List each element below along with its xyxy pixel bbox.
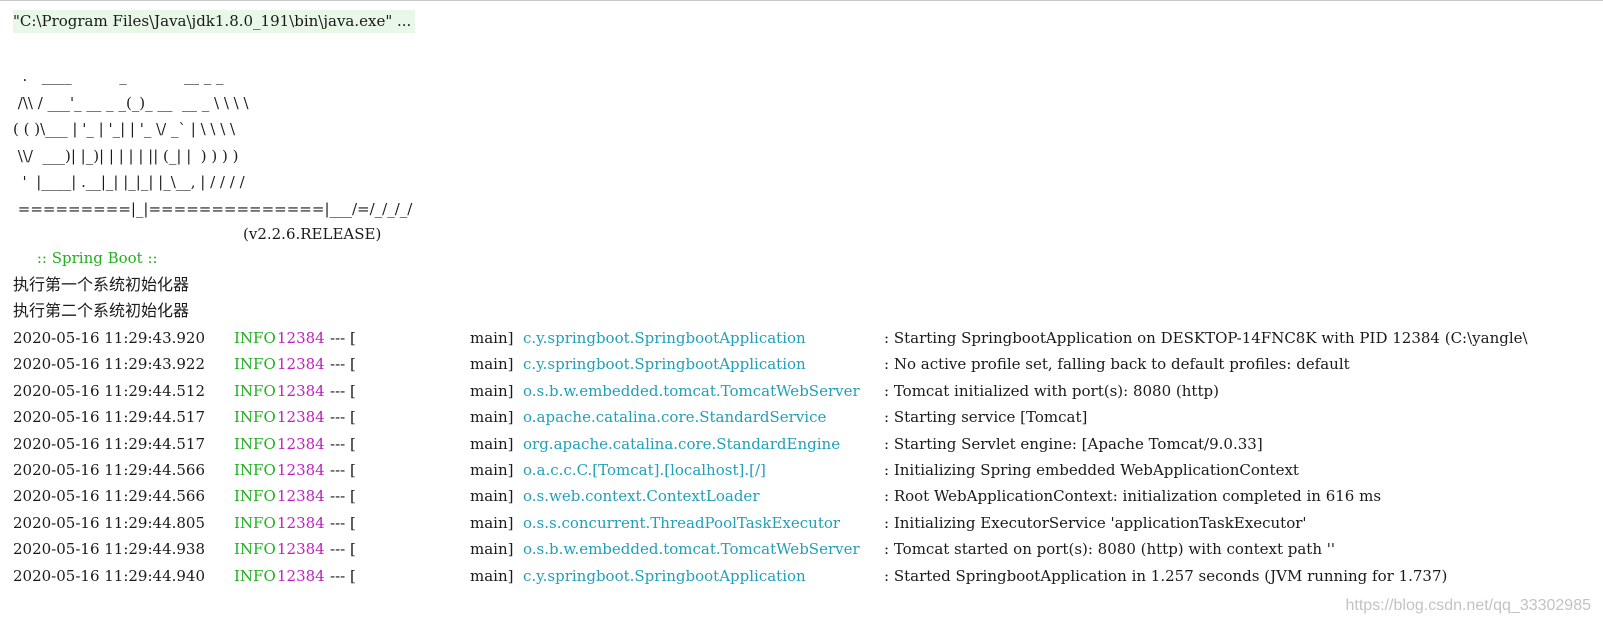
log-pid: 12384: [277, 434, 325, 453]
log-separator: --- [: [330, 408, 356, 427]
log-logger: o.s.s.concurrent.ThreadPoolTaskExecutor: [523, 513, 841, 532]
log-thread: main]: [470, 540, 514, 559]
log-level: INFO: [234, 540, 276, 559]
log-pid: 12384: [277, 540, 325, 559]
log-level: INFO: [234, 461, 276, 479]
log-row: 2020-05-16 11:29:44.940 INFO 12384 --- [ mai…: [13, 564, 1603, 588]
log-message: : Tomcat initialized with port(s): 8080 …: [884, 381, 1219, 400]
log-level: INFO: [234, 355, 276, 374]
log-row: 2020-05-16 11:29:44.566 INFO 12384 --- [ mai…: [13, 484, 1603, 508]
log-thread: main]: [470, 355, 514, 374]
log-level: INFO: [234, 487, 276, 506]
log-timestamp: 2020-05-16 11:29:44.938: [13, 540, 206, 559]
log-level: INFO: [234, 513, 276, 532]
log-row: 2020-05-16 11:29:44.517 INFO 12384 --- [ mai…: [13, 405, 1603, 429]
log-separator: --- [: [330, 487, 356, 506]
log-message: : Starting service [Tomcat]: [884, 408, 1088, 427]
initializer-line-2: 执行第二个系统初始化器: [13, 301, 190, 320]
log-timestamp: 2020-05-16 11:29:44.566: [13, 487, 206, 506]
log-timestamp: 2020-05-16 11:29:44.517: [13, 408, 206, 427]
log-timestamp: 2020-05-16 11:29:44.940: [13, 566, 206, 585]
log-row: 2020-05-16 11:29:44.517 INFO 12384 --- [ mai…: [13, 432, 1603, 456]
log-pid: 12384: [277, 408, 325, 427]
log-thread: main]: [470, 487, 514, 506]
log-message: : Initializing ExecutorService 'applicat…: [884, 513, 1307, 532]
log-message: : Started SpringbootApplication in 1.257…: [884, 566, 1448, 585]
log-separator: --- [: [330, 540, 356, 559]
log-message: : No active profile set, falling back to…: [884, 355, 1350, 374]
log-timestamp: 2020-05-16 11:29:44.517: [13, 434, 206, 453]
log-row: 2020-05-16 11:29:44.512 INFO 12384 --- [ mai…: [13, 379, 1603, 403]
log-separator: --- [: [330, 329, 356, 347]
log-thread: main]: [470, 329, 514, 347]
log-logger: o.s.b.w.embedded.tomcat.TomcatWebServer: [523, 540, 860, 559]
log-pid: 12384: [277, 355, 325, 374]
log-timestamp: 2020-05-16 11:29:44.512: [13, 381, 206, 400]
log-pid: 12384: [277, 513, 325, 532]
log-timestamp: 2020-05-16 11:29:43.920: [13, 329, 206, 347]
log-thread: main]: [470, 566, 514, 585]
banner-line: ' |____| .__|_| |_|_| |_\__, | / / / /: [13, 173, 245, 191]
log-pid: 12384: [277, 566, 325, 585]
log-thread: main]: [470, 461, 514, 479]
log-level: INFO: [234, 434, 276, 453]
log-logger: o.a.c.c.C.[Tomcat].[localhost].[/]: [523, 461, 766, 479]
log-separator: --- [: [330, 461, 356, 479]
log-separator: --- [: [330, 381, 356, 400]
log-row: 2020-05-16 11:29:44.805 INFO 12384 --- [ mai…: [13, 511, 1603, 535]
log-separator: --- [: [330, 355, 356, 374]
log-row: 2020-05-16 11:29:43.920 INFO 12384 --- [ mai…: [13, 326, 1603, 350]
log-logger: o.s.b.w.embedded.tomcat.TomcatWebServer: [523, 381, 860, 400]
log-timestamp: 2020-05-16 11:29:44.805: [13, 513, 206, 532]
log-message: : Starting Servlet engine: [Apache Tomca…: [884, 434, 1263, 453]
log-logger: c.y.springboot.SpringbootApplication: [523, 566, 806, 585]
log-level: INFO: [234, 381, 276, 400]
log-separator: --- [: [330, 566, 356, 585]
initializer-line-1: 执行第一个系统初始化器: [13, 275, 190, 294]
log-row: 2020-05-16 11:29:43.922 INFO 12384 --- [ mai…: [13, 352, 1603, 376]
console-output: "C:\Program Files\Java\jdk1.8.0_191\bin\…: [0, 0, 1603, 619]
log-row: 2020-05-16 11:29:44.938 INFO 12384 --- [ mai…: [13, 537, 1603, 561]
banner-line: /\\ / ___'_ __ _ _(_)_ __ __ _ \ \ \ \: [13, 93, 249, 112]
log-thread: main]: [470, 381, 514, 400]
log-thread: main]: [470, 408, 514, 427]
watermark: https://blog.csdn.net/qq_33302985: [1345, 597, 1591, 614]
log-message: : Starting SpringbootApplication on DESK…: [884, 329, 1528, 347]
banner-line: ( ( )\___ | '_ | '_| | '_ \/ _` | \ \ \ …: [13, 120, 236, 138]
log-level: INFO: [234, 408, 276, 427]
log-separator: --- [: [330, 513, 356, 532]
spring-boot-version-line: :: Spring Boot :: (v2.2.6.RELEASE): [13, 222, 381, 267]
log-separator: --- [: [330, 434, 356, 453]
log-level: INFO: [234, 566, 276, 585]
log-pid: 12384: [277, 381, 325, 400]
banner-line: . ____ _ __ _ _: [13, 67, 224, 85]
spring-boot-label: :: Spring Boot ::: [32, 249, 163, 267]
log-timestamp: 2020-05-16 11:29:43.922: [13, 355, 206, 374]
java-command-line: "C:\Program Files\Java\jdk1.8.0_191\bin\…: [13, 10, 416, 33]
log-thread: main]: [470, 434, 514, 453]
log-pid: 12384: [277, 461, 325, 479]
spring-boot-version: (v2.2.6.RELEASE): [243, 225, 382, 243]
log-logger: o.apache.catalina.core.StandardService: [523, 408, 827, 427]
log-logger: c.y.springboot.SpringbootApplication: [523, 329, 806, 347]
log-pid: 12384: [277, 487, 325, 506]
log-row: 2020-05-16 11:29:44.566 INFO 12384 --- [ mai…: [13, 458, 1603, 482]
spring-ascii-banner: . ____ _ __ _ _ /\\ / ___'_ __ _ _(_)_ _…: [13, 63, 412, 222]
log-thread: main]: [470, 513, 514, 532]
log-message: : Root WebApplicationContext: initializa…: [884, 487, 1382, 506]
banner-line: =========|_|==============|___/=/_/_/_/: [13, 199, 413, 218]
log-logger: c.y.springboot.SpringbootApplication: [523, 355, 806, 374]
banner-line: \\/ ___)| |_)| | | | | || (_| | ) ) ) ): [13, 146, 239, 165]
log-level: INFO: [234, 329, 276, 347]
log-logger: org.apache.catalina.core.StandardEngine: [523, 434, 841, 453]
log-pid: 12384: [277, 329, 325, 347]
log-timestamp: 2020-05-16 11:29:44.566: [13, 461, 206, 479]
log-message: : Tomcat started on port(s): 8080 (http)…: [884, 540, 1336, 559]
log-logger: o.s.web.context.ContextLoader: [523, 487, 760, 506]
log-message: : Initializing Spring embedded WebApplic…: [884, 461, 1299, 479]
